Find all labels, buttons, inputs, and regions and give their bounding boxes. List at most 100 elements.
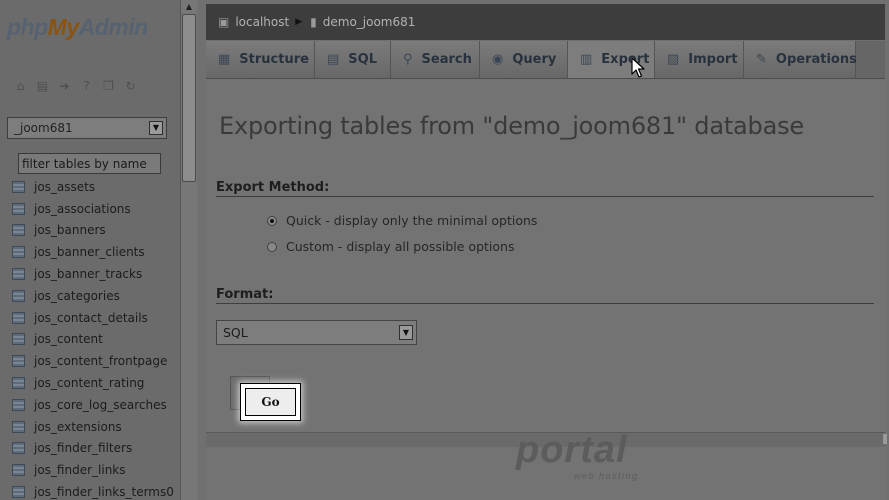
table-icon — [12, 246, 25, 259]
table-name[interactable]: jos_content_frontpage — [34, 354, 167, 368]
table-list-item[interactable]: jos_contact_details — [12, 307, 174, 329]
table-name[interactable]: jos_finder_links — [34, 463, 126, 477]
chevron-down-icon[interactable]: ▼ — [399, 325, 413, 340]
section-divider — [216, 303, 874, 304]
table-icon — [12, 180, 25, 193]
table-icon — [12, 442, 25, 455]
table-icon — [12, 311, 25, 324]
tab-structure[interactable]: ▦ Structure — [206, 41, 315, 78]
format-select-value: SQL — [223, 325, 248, 340]
database-icon[interactable]: ▤ — [34, 78, 51, 95]
tab-sql[interactable]: ▤ SQL — [315, 41, 391, 78]
reload-icon[interactable]: ↻ — [122, 78, 139, 95]
tab-label: Operations — [775, 52, 857, 67]
logout-icon[interactable]: ➜ — [56, 78, 73, 95]
help-icon[interactable]: ? — [78, 78, 95, 95]
table-icon — [12, 486, 25, 499]
structure-icon: ▦ — [218, 52, 231, 67]
watermark-subtext: web hosting — [574, 471, 639, 481]
filter-tables-input[interactable] — [18, 153, 161, 174]
go-button[interactable]: Go — [240, 383, 301, 421]
table-icon — [12, 289, 25, 302]
table-icon — [12, 377, 25, 390]
table-list-item[interactable]: jos_finder_links — [12, 459, 174, 481]
table-name[interactable]: jos_banner_tracks — [34, 267, 142, 281]
table-name[interactable]: jos_finder_links_terms0 — [34, 485, 174, 499]
logo-text-my: My — [47, 14, 79, 40]
table-icon — [12, 355, 25, 368]
export-icon: ▥ — [580, 52, 593, 67]
sql-icon: ▤ — [327, 52, 340, 67]
tab-label: Import — [688, 52, 738, 67]
main-scrollbar[interactable] — [883, 434, 887, 444]
table-list-item[interactable]: jos_content_frontpage — [12, 350, 174, 372]
table-name[interactable]: jos_assets — [34, 180, 95, 194]
table-name[interactable]: jos_banners — [34, 223, 106, 237]
logo-text-admin: Admin — [78, 14, 149, 40]
chevron-down-icon[interactable]: ▼ — [149, 121, 163, 135]
mouse-cursor-icon — [631, 57, 645, 78]
table-icon — [12, 224, 25, 237]
tab-search[interactable]: ⚲ Search — [391, 41, 480, 78]
home-icon[interactable]: ⌂ — [12, 78, 29, 95]
table-list-item[interactable]: jos_associations — [12, 198, 174, 220]
table-name[interactable]: jos_extensions — [34, 420, 122, 434]
tab-label: Structure — [239, 52, 309, 67]
table-icon — [12, 268, 25, 281]
tab-query[interactable]: ◉ Query — [480, 41, 568, 78]
query-icon: ◉ — [492, 52, 504, 67]
docs-icon[interactable]: ❐ — [100, 78, 117, 95]
breadcrumb-server[interactable]: localhost — [235, 15, 289, 29]
table-icon — [12, 398, 25, 411]
export-method-quick-option[interactable]: Quick - display only the minimal options — [267, 213, 537, 228]
tab-import[interactable]: ▧ Import — [655, 41, 744, 78]
sidebar-scrollbar-thumb[interactable] — [182, 14, 196, 182]
sidebar-toolbar: ⌂ ▤ ➜ ? ❐ ↻ — [12, 78, 139, 95]
breadcrumb-database[interactable]: demo_joom681 — [323, 15, 416, 29]
tab-operations[interactable]: ✎ Operations — [744, 41, 857, 78]
logo-text-php: php — [7, 14, 48, 40]
table-name[interactable]: jos_categories — [34, 289, 120, 303]
table-list-item[interactable]: jos_content — [12, 329, 174, 351]
portal-watermark: portal web hosting — [516, 431, 666, 481]
tab-label: Search — [421, 52, 472, 67]
table-list-item[interactable]: jos_banner_tracks — [12, 263, 174, 285]
navigation-sidebar: phpMyAdmin ⌂ ▤ ➜ ? ❐ ↻ _joom681 ▼ jos_as… — [0, 0, 180, 500]
table-name[interactable]: jos_finder_filters — [34, 441, 132, 455]
breadcrumb: ▣ localhost ▶ ▮ demo_joom681 — [206, 4, 885, 40]
tab-label: SQL — [348, 52, 377, 67]
radio-custom-label[interactable]: Custom - display all possible options — [286, 239, 514, 254]
table-list-item[interactable]: jos_finder_links_terms0 — [12, 481, 174, 500]
radio-custom[interactable] — [267, 241, 277, 252]
table-list-item[interactable]: jos_banner_clients — [12, 241, 174, 263]
tab-bar: ▦ Structure ▤ SQL ⚲ Search ◉ Query ▥ Export ▧… — [206, 41, 885, 79]
table-icon — [12, 333, 25, 346]
export-method-custom-option[interactable]: Custom - display all possible options — [267, 239, 514, 254]
table-name[interactable]: jos_banner_clients — [34, 245, 145, 259]
table-name[interactable]: jos_content — [34, 332, 103, 346]
radio-quick[interactable] — [267, 215, 277, 226]
table-list-item[interactable]: jos_extensions — [12, 416, 174, 438]
phpmyadmin-logo[interactable]: phpMyAdmin — [7, 14, 148, 41]
table-list-item[interactable]: jos_banners — [12, 220, 174, 242]
export-method-label: Export Method: — [216, 180, 330, 195]
tab-label: Query — [512, 52, 557, 67]
table-list-item[interactable]: jos_finder_filters — [12, 438, 174, 460]
sidebar-scrollbar[interactable]: ▲ — [180, 0, 197, 500]
table-list-item[interactable]: jos_content_rating — [12, 372, 174, 394]
radio-quick-label[interactable]: Quick - display only the minimal options — [286, 213, 537, 228]
database-select[interactable]: _joom681 ▼ — [7, 117, 167, 139]
server-icon: ▣ — [218, 15, 230, 29]
table-list-item[interactable]: jos_core_log_searches — [12, 394, 174, 416]
table-name[interactable]: jos_contact_details — [34, 311, 148, 325]
go-button-label: Go — [245, 388, 296, 416]
scroll-up-icon[interactable]: ▲ — [183, 2, 195, 12]
table-name[interactable]: jos_associations — [34, 202, 131, 216]
import-icon: ▧ — [667, 52, 680, 67]
format-select[interactable]: SQL ▼ — [216, 320, 417, 345]
table-name[interactable]: jos_core_log_searches — [34, 398, 167, 412]
table-list-item[interactable]: jos_assets — [12, 176, 174, 198]
table-list-item[interactable]: jos_categories — [12, 285, 174, 307]
table-name[interactable]: jos_content_rating — [34, 376, 144, 390]
table-icon — [12, 202, 25, 215]
